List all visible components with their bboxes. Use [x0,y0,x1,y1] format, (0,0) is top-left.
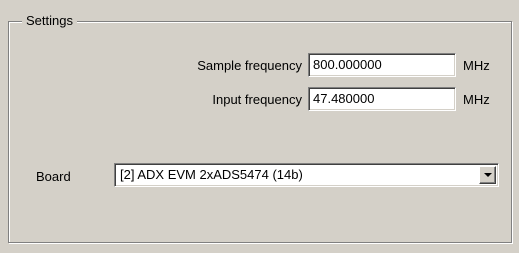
sample-frequency-unit: MHz [463,58,490,73]
sample-frequency-value: 800.000000 [313,57,382,72]
input-frequency-unit: MHz [463,92,490,107]
chevron-down-icon [484,173,492,177]
input-frequency-label: Input frequency [212,92,302,107]
input-frequency-input[interactable]: 47.480000 [308,87,456,111]
input-frequency-value: 47.480000 [313,91,375,106]
sample-frequency-input[interactable]: 800.000000 [308,53,456,77]
settings-title: Settings [22,12,77,30]
board-select[interactable]: [2] ADX EVM 2xADS5474 (14b) [114,163,499,187]
board-label: Board [36,169,71,184]
board-selected-value: [2] ADX EVM 2xADS5474 (14b) [120,167,303,182]
board-dropdown-button[interactable] [479,166,496,184]
sample-frequency-label: Sample frequency [197,58,302,73]
